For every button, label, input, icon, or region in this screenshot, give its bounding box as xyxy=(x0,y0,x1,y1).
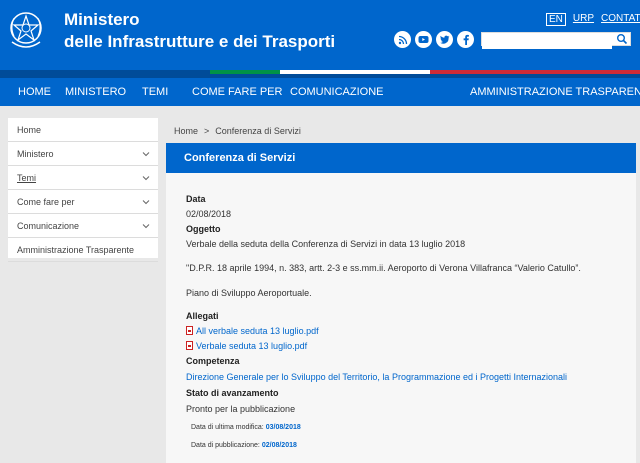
site-title-line1: Ministero xyxy=(64,10,140,29)
breadcrumb: Home > Conferenza di Servizi xyxy=(174,126,301,136)
chevron-down-icon[interactable] xyxy=(142,174,150,182)
oggetto-line1: Verbale della seduta della Conferenza di… xyxy=(186,239,466,249)
nav-comunicazione[interactable]: COMUNICAZIONE xyxy=(290,86,384,98)
tricolore-strip xyxy=(0,70,640,78)
attachment-1[interactable]: All verbale seduta 13 luglio.pdf xyxy=(186,326,319,336)
breadcrumb-separator: > xyxy=(204,126,210,136)
attachment-2[interactable]: Verbale seduta 13 luglio.pdf xyxy=(186,341,307,351)
nav-temi[interactable]: TEMI xyxy=(142,86,168,98)
search-icon[interactable] xyxy=(616,33,628,45)
youtube-icon[interactable] xyxy=(415,31,432,48)
nav-home[interactable]: HOME xyxy=(18,86,51,98)
publication-date-label: Data di pubblicazione: xyxy=(191,442,260,449)
top-links: EN URP CONTATTI xyxy=(546,13,640,26)
sidebar-item-home[interactable]: Home xyxy=(8,118,158,142)
twitter-icon[interactable] xyxy=(436,31,453,48)
sidebar-item-label: Amministrazione Trasparente xyxy=(17,244,135,255)
sidebar: Home Ministero Temi Come fare per Comuni… xyxy=(8,118,158,262)
strip-red xyxy=(430,70,640,74)
last-modified-label: Data di ultima modifica: xyxy=(191,424,264,431)
sidebar-item-label: Ministero xyxy=(17,148,54,159)
last-modified-value: 03/08/2018 xyxy=(265,424,301,431)
sidebar-item-temi[interactable]: Temi xyxy=(8,166,158,190)
sidebar-item-comunicazione[interactable]: Comunicazione xyxy=(8,214,158,238)
sidebar-item-come-fare-per[interactable]: Come fare per xyxy=(8,190,158,214)
sidebar-item-label: Home xyxy=(17,124,42,135)
competenza-label: Competenza xyxy=(186,356,240,366)
nav-come-fare-per[interactable]: COME FARE PER xyxy=(192,86,282,98)
sidebar-item-label: Temi xyxy=(17,172,37,183)
facebook-icon[interactable] xyxy=(457,31,474,48)
site-title[interactable]: Ministero delle Infrastrutture e dei Tra… xyxy=(64,9,335,53)
chevron-down-icon[interactable] xyxy=(142,198,150,206)
pdf-icon xyxy=(186,341,193,350)
search-box xyxy=(481,32,631,49)
contatti-link[interactable]: CONTATTI xyxy=(601,13,640,26)
sidebar-item-label: Come fare per xyxy=(17,196,75,207)
republic-emblem-icon[interactable] xyxy=(6,6,46,54)
nav-ministero[interactable]: MINISTERO xyxy=(65,86,126,98)
main-nav: HOME MINISTERO TEMI COME FARE PER COMUNI… xyxy=(0,78,640,106)
oggetto-line2: "D.P.R. 18 aprile 1994, n. 383, artt. 2-… xyxy=(186,263,581,273)
publication-date-value: 02/08/2018 xyxy=(261,442,297,449)
oggetto-label: Oggetto xyxy=(186,224,221,234)
attachment-2-link[interactable]: Verbale seduta 13 luglio.pdf xyxy=(196,341,307,351)
stato-value: Pronto per la pubblicazione xyxy=(186,404,296,414)
site-header: Ministero delle Infrastrutture e dei Tra… xyxy=(0,0,640,70)
breadcrumb-home[interactable]: Home xyxy=(174,126,198,136)
sidebar-item-label: Comunicazione xyxy=(17,220,80,231)
sidebar-item-amministrazione-trasparente[interactable]: Amministrazione Trasparente xyxy=(8,238,158,262)
chevron-down-icon[interactable] xyxy=(142,222,150,230)
stato-label: Stato di avanzamento xyxy=(186,388,279,398)
pdf-icon xyxy=(186,326,193,335)
rss-icon[interactable] xyxy=(394,31,411,48)
main-content: Conferenza di Servizi Data 02/08/2018 Og… xyxy=(166,143,636,463)
breadcrumb-current: Conferenza di Servizi xyxy=(215,126,301,136)
competenza-link[interactable]: Direzione Generale per lo Sviluppo del T… xyxy=(186,372,567,382)
last-modified: Data di ultima modifica: 03/08/2018 xyxy=(191,424,301,431)
chevron-down-icon[interactable] xyxy=(142,150,150,158)
language-link[interactable]: EN xyxy=(546,13,566,26)
data-label: Data xyxy=(186,194,206,204)
search-input[interactable] xyxy=(482,37,612,49)
oggetto-line3: Piano di Sviluppo Aeroportuale. xyxy=(186,288,312,298)
site-title-line2: delle Infrastrutture e dei Trasporti xyxy=(64,32,336,51)
publication-date: Data di pubblicazione: 02/08/2018 xyxy=(191,442,297,449)
nav-amministrazione-trasparente[interactable]: AMMINISTRAZIONE TRASPARENTE xyxy=(470,86,640,98)
strip-white xyxy=(280,70,430,74)
page-title: Conferenza di Servizi xyxy=(166,143,636,173)
sidebar-item-ministero[interactable]: Ministero xyxy=(8,142,158,166)
allegati-label: Allegati xyxy=(186,311,219,321)
urp-link[interactable]: URP xyxy=(573,13,594,26)
data-value: 02/08/2018 xyxy=(186,209,232,219)
attachment-1-link[interactable]: All verbale seduta 13 luglio.pdf xyxy=(196,326,319,336)
social-links xyxy=(394,31,474,48)
strip-green xyxy=(210,70,280,74)
